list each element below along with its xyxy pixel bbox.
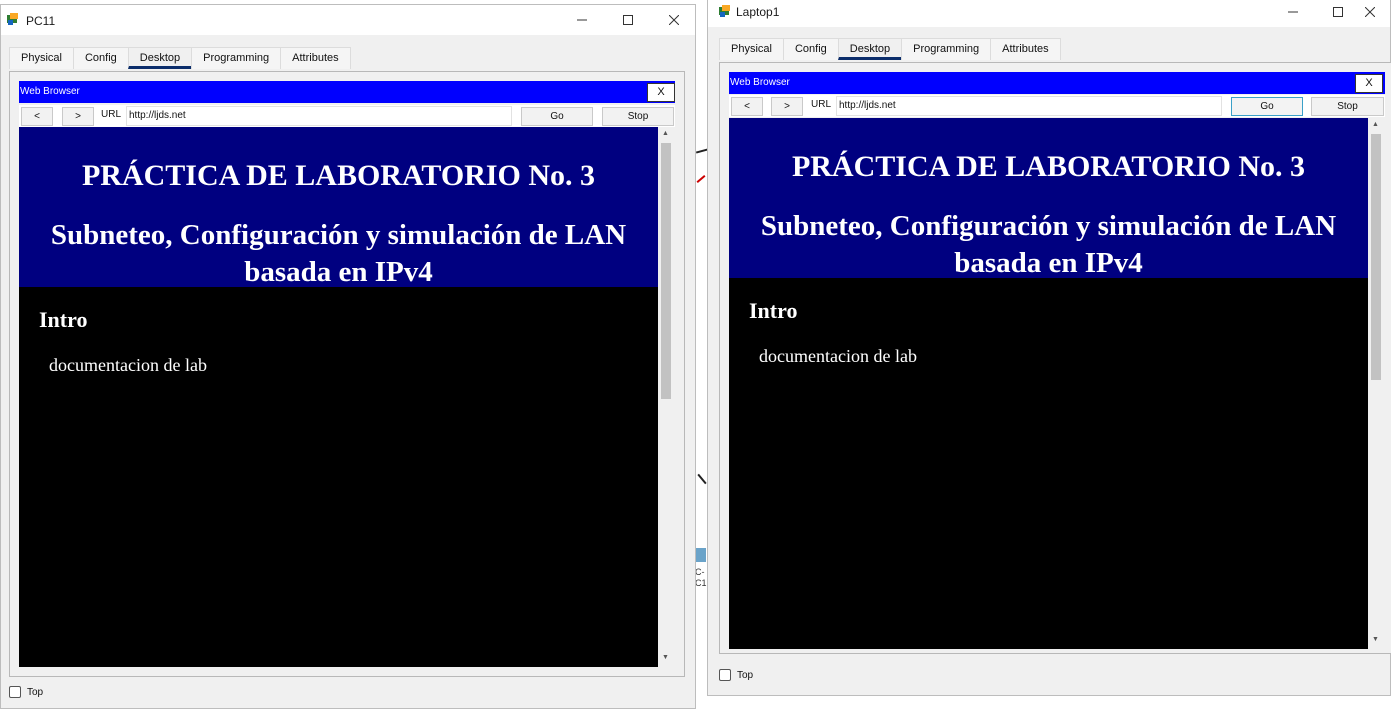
- device-label: C1: [695, 578, 707, 588]
- url-input[interactable]: http://ljds.net: [836, 96, 1222, 116]
- device-tabs: Physical Config Desktop Programming Attr…: [9, 47, 351, 69]
- tab-config[interactable]: Config: [72, 47, 129, 69]
- title-bar[interactable]: PC11: [1, 5, 695, 35]
- top-checkbox[interactable]: Top: [9, 686, 43, 698]
- page-subheading: Subneteo, Configuración y simulación de …: [760, 210, 1337, 279]
- back-button[interactable]: <: [731, 97, 763, 116]
- window-title: PC11: [26, 14, 56, 28]
- url-label: URL: [101, 109, 122, 120]
- packet-tracer-icon: [719, 5, 730, 17]
- browser-page: PRÁCTICA DE LABORATORIO No. 3 Subneteo, …: [19, 127, 658, 667]
- cable-line: [697, 473, 707, 485]
- device-tabs: Physical Config Desktop Programming Attr…: [719, 38, 1061, 60]
- device-label: C-: [695, 567, 705, 577]
- packet-tracer-icon: [7, 13, 18, 25]
- window-title: Laptop1: [736, 5, 780, 19]
- minimize-button[interactable]: [1270, 0, 1316, 27]
- close-button[interactable]: [651, 5, 697, 35]
- tab-attributes[interactable]: Attributes: [280, 47, 351, 69]
- tab-programming[interactable]: Programming: [191, 47, 282, 69]
- page-scrollbar[interactable]: ▲ ▼: [1368, 118, 1385, 649]
- minimize-button[interactable]: [559, 5, 605, 35]
- maximize-icon: [623, 15, 633, 25]
- minimize-icon: [577, 19, 587, 21]
- back-button[interactable]: <: [21, 107, 53, 126]
- section-title: Intro: [749, 298, 798, 323]
- web-browser-title: Web Browser: [20, 86, 80, 97]
- body-text: documentacion de lab: [49, 355, 207, 375]
- tab-physical[interactable]: Physical: [719, 38, 784, 60]
- browser-close-button[interactable]: X: [1355, 74, 1383, 93]
- top-checkbox[interactable]: Top: [719, 669, 753, 681]
- pc11-window: PC11 Physical Config Desktop Programming…: [0, 4, 696, 709]
- top-checkbox-label: Top: [27, 686, 44, 698]
- tab-programming[interactable]: Programming: [901, 38, 992, 60]
- page-header: PRÁCTICA DE LABORATORIO No. 3 Subneteo, …: [19, 127, 658, 288]
- minimize-icon: [1288, 11, 1298, 13]
- scrollbar-thumb[interactable]: [1371, 134, 1381, 380]
- forward-button[interactable]: >: [771, 97, 803, 116]
- browser-nav-row: < > URL http://ljds.net Go Stop: [729, 95, 1385, 117]
- section-title: Intro: [39, 307, 88, 332]
- web-browser-titlebar: Web Browser X: [19, 81, 675, 103]
- web-browser-title: Web Browser: [730, 77, 790, 88]
- stop-button[interactable]: Stop: [1311, 97, 1384, 116]
- browser-nav-row: < > URL http://ljds.net Go Stop: [19, 105, 675, 127]
- page-scrollbar[interactable]: ▲ ▼: [658, 127, 675, 667]
- page-heading: PRÁCTICA DE LABORATORIO No. 3: [791, 150, 1306, 183]
- cable-line: [696, 175, 706, 183]
- go-button[interactable]: Go: [521, 107, 593, 126]
- close-icon: [1365, 7, 1375, 17]
- tab-desktop[interactable]: Desktop: [837, 38, 903, 60]
- page-heading: PRÁCTICA DE LABORATORIO No. 3: [81, 159, 596, 192]
- url-label: URL: [811, 99, 832, 110]
- close-icon: [669, 15, 679, 25]
- page-header: PRÁCTICA DE LABORATORIO No. 3 Subneteo, …: [729, 118, 1368, 279]
- top-checkbox-label: Top: [737, 669, 754, 681]
- tab-physical[interactable]: Physical: [9, 47, 74, 69]
- checkbox-box[interactable]: [719, 669, 731, 681]
- go-button[interactable]: Go: [1231, 97, 1303, 116]
- scrollbar-thumb[interactable]: [661, 143, 671, 399]
- page-subheading: Subneteo, Configuración y simulación de …: [50, 219, 627, 288]
- scroll-down-icon[interactable]: ▼: [662, 654, 669, 661]
- laptop1-window: Laptop1 Physical Config Desktop Programm…: [707, 0, 1391, 696]
- title-bar[interactable]: Laptop1: [708, 0, 1390, 27]
- tab-attributes[interactable]: Attributes: [990, 38, 1061, 60]
- browser-page: PRÁCTICA DE LABORATORIO No. 3 Subneteo, …: [729, 118, 1368, 649]
- tab-desktop[interactable]: Desktop: [127, 47, 193, 69]
- workspace-background: C- C1: [694, 0, 708, 709]
- browser-close-button[interactable]: X: [647, 83, 675, 102]
- close-button[interactable]: [1348, 0, 1391, 27]
- desktop-panel: Web Browser X < > URL http://ljds.net Go…: [719, 62, 1391, 654]
- forward-button[interactable]: >: [62, 107, 94, 126]
- stop-button[interactable]: Stop: [602, 107, 674, 126]
- desktop-panel: Web Browser X < > URL http://ljds.net Go…: [9, 71, 685, 677]
- tab-config[interactable]: Config: [782, 38, 839, 60]
- maximize-icon: [1333, 7, 1343, 17]
- body-text: documentacion de lab: [759, 346, 917, 366]
- checkbox-box[interactable]: [9, 686, 21, 698]
- url-input[interactable]: http://ljds.net: [126, 106, 512, 126]
- scroll-up-icon[interactable]: ▲: [662, 130, 669, 137]
- scroll-down-icon[interactable]: ▼: [1372, 636, 1379, 643]
- maximize-button[interactable]: [605, 5, 651, 35]
- web-browser-titlebar: Web Browser X: [729, 72, 1385, 94]
- scroll-up-icon[interactable]: ▲: [1372, 121, 1379, 128]
